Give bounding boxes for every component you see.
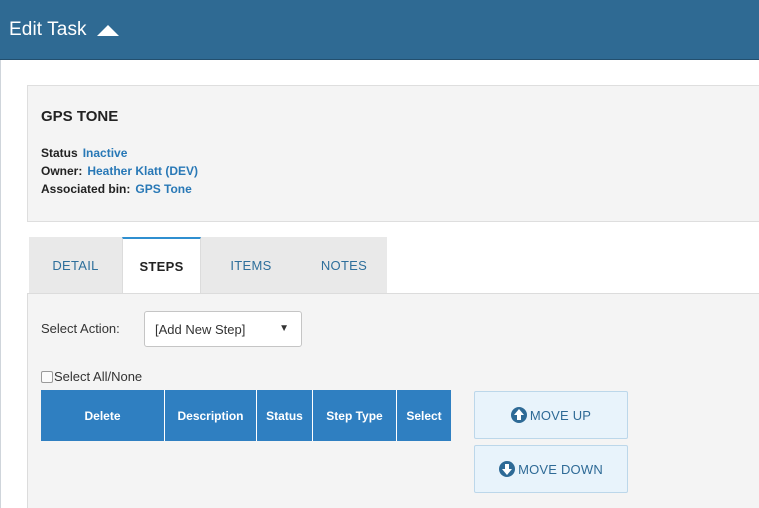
- caret-down-icon: ▼: [279, 323, 289, 334]
- select-action-dropdown[interactable]: [Add New Step] ▼: [144, 311, 302, 347]
- associated-bin-link[interactable]: GPS Tone: [135, 182, 191, 196]
- tab-items[interactable]: ITEMS: [201, 237, 301, 293]
- column-header-select[interactable]: Select: [397, 390, 451, 441]
- arrow-circle-up-icon: [510, 407, 527, 423]
- page-header: Edit Task: [0, 0, 759, 60]
- associated-bin-row: Associated bin: GPS Tone: [41, 182, 192, 196]
- status-row: Status Inactive: [41, 146, 127, 160]
- task-name: GPS TONE: [41, 108, 119, 125]
- caret-up-icon[interactable]: [96, 24, 119, 36]
- page-title: Edit Task: [9, 18, 87, 40]
- associated-bin-label: Associated bin:: [41, 182, 131, 196]
- steps-panel: Select Action: [Add New Step] ▼ Select A…: [27, 293, 759, 508]
- arrow-circle-down-icon: [499, 461, 516, 477]
- move-up-label: MOVE UP: [529, 407, 592, 423]
- column-header-description[interactable]: Description: [165, 390, 257, 441]
- move-down-label: MOVE DOWN: [518, 461, 603, 477]
- owner-row: Owner: Heather Klatt (DEV): [41, 164, 198, 178]
- tab-detail[interactable]: DETAIL: [29, 237, 122, 293]
- tab-notes[interactable]: NOTES: [301, 237, 387, 293]
- owner-link[interactable]: Heather Klatt (DEV): [87, 164, 198, 178]
- left-border: [0, 60, 1, 508]
- task-info-panel: GPS TONE Status Inactive Owner: Heather Kl…: [27, 85, 759, 222]
- column-header-step-type[interactable]: Step Type: [313, 390, 397, 441]
- select-action-label: Select Action:: [41, 321, 120, 336]
- tab-steps[interactable]: STEPS: [122, 237, 201, 293]
- select-all-toggle[interactable]: Select All/None: [41, 369, 142, 384]
- steps-grid-header: Delete Description Status Step Type Sele…: [41, 390, 451, 441]
- move-down-button[interactable]: MOVE DOWN: [474, 445, 628, 493]
- select-action-value: [Add New Step]: [155, 322, 246, 337]
- column-header-status[interactable]: Status: [257, 390, 313, 441]
- select-all-checkbox[interactable]: [41, 370, 53, 383]
- move-up-button[interactable]: MOVE UP: [474, 391, 628, 439]
- status-value: Inactive: [82, 146, 128, 160]
- owner-label: Owner:: [41, 164, 83, 178]
- status-label: Status: [41, 146, 78, 160]
- tab-bar: DETAIL STEPS ITEMS NOTES: [29, 237, 387, 293]
- select-all-label: Select All/None: [54, 369, 143, 384]
- column-header-delete[interactable]: Delete: [41, 390, 165, 441]
